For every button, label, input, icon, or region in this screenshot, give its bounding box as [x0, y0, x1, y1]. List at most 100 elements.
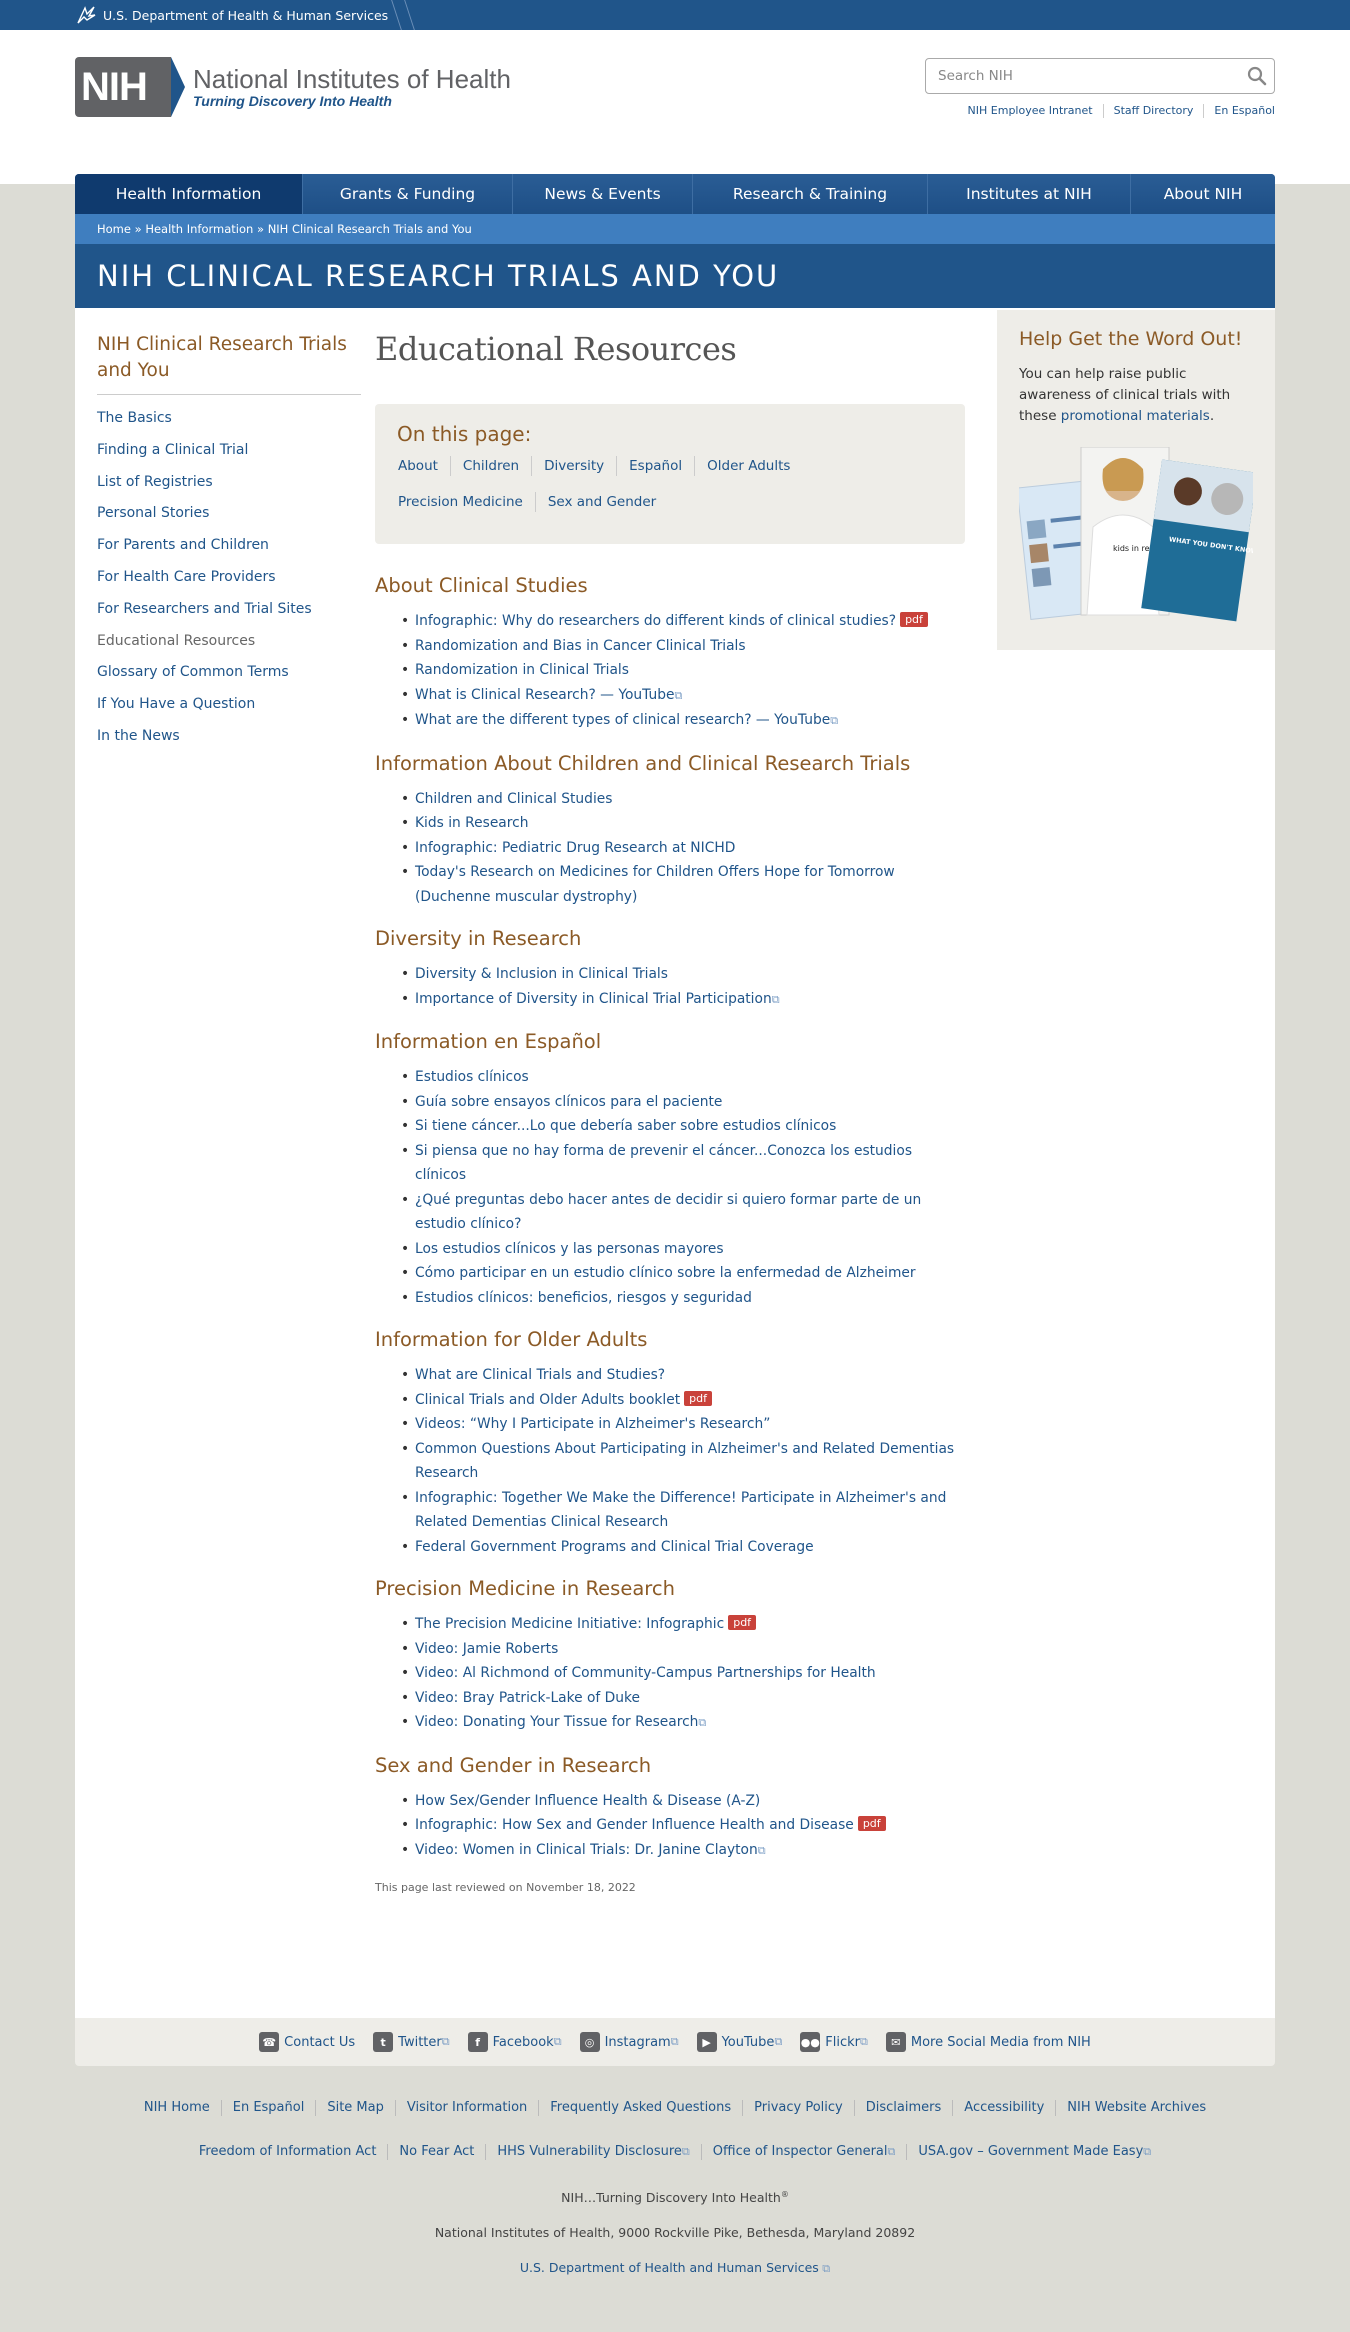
list-item: Importance of Diversity in Clinical Tria… [401, 987, 965, 1013]
resource-link[interactable]: What are Clinical Trials and Studies? [415, 1367, 665, 1383]
list-item: Clinical Trials and Older Adults booklet… [401, 1388, 965, 1413]
social-link-contact-us[interactable]: ☎ Contact Us [259, 2032, 355, 2052]
social-link-facebook[interactable]: f Facebook ⧉ [467, 2032, 562, 2052]
sidebar-item-personal-stories[interactable]: Personal Stories [97, 505, 209, 521]
resource-link[interactable]: Video: Women in Clinical Trials: Dr. Jan… [415, 1842, 766, 1858]
resource-link[interactable]: Si tiene cáncer...Lo que debería saber s… [415, 1118, 836, 1134]
onpage-link-diversity[interactable]: Diversity [531, 456, 616, 476]
footer-link-freedom-of-information-act[interactable]: Freedom of Information Act [188, 2144, 388, 2160]
social-link-flickr[interactable]: ●● Flickr ⧉ [800, 2032, 868, 2052]
social-link-more-social-media-from-nih[interactable]: ✉ More Social Media from NIH [885, 2032, 1091, 2052]
footer-link-accessibility[interactable]: Accessibility [952, 2100, 1055, 2116]
promotional-materials-link[interactable]: promotional materials [1061, 408, 1210, 424]
nav-health-information[interactable]: Health Information [75, 174, 303, 214]
resource-link[interactable]: Video: Donating Your Tissue for Research… [415, 1714, 706, 1730]
footer-link-nih-website-archives[interactable]: NIH Website Archives [1055, 2100, 1217, 2116]
sidebar-item-for-health-care-providers[interactable]: For Health Care Providers [97, 569, 276, 585]
sidebar-item-finding-a-clinical-trial[interactable]: Finding a Clinical Trial [97, 442, 248, 458]
footer-link-privacy-policy[interactable]: Privacy Policy [742, 2100, 854, 2116]
resource-link[interactable]: Infographic: How Sex and Gender Influenc… [415, 1817, 854, 1833]
promo-materials-image[interactable]: kids in research WHAT YOU DON'T KNOW COU… [1016, 446, 1326, 627]
footer-link-disclaimers[interactable]: Disclaimers [853, 2100, 953, 2116]
footer-link-visitor-information[interactable]: Visitor Information [394, 2100, 538, 2116]
resource-link[interactable]: How Sex/Gender Influence Health & Diseas… [415, 1793, 760, 1809]
resource-link[interactable]: What are the different types of clinical… [415, 712, 838, 728]
resource-link[interactable]: Estudios clínicos [415, 1069, 529, 1085]
footer-link-site-map[interactable]: Site Map [315, 2100, 395, 2116]
resource-link[interactable]: Los estudios clínicos y las personas may… [415, 1241, 724, 1257]
resource-link[interactable]: Clinical Trials and Older Adults booklet [415, 1392, 680, 1408]
sidebar-item-glossary-of-common-terms[interactable]: Glossary of Common Terms [97, 664, 289, 680]
resource-link[interactable]: Common Questions About Participating in … [415, 1441, 954, 1482]
breadcrumb-home[interactable]: Home [97, 222, 131, 236]
resource-link[interactable]: Guía sobre ensayos clínicos para el paci… [415, 1094, 722, 1110]
onpage-link-espa-ol[interactable]: Español [616, 456, 694, 476]
onpage-link-older-adults[interactable]: Older Adults [694, 456, 802, 476]
resource-link[interactable]: Infographic: Pediatric Drug Research at … [415, 840, 735, 856]
resource-link[interactable]: Estudios clínicos: beneficios, riesgos y… [415, 1290, 752, 1306]
footer-link-usa-gov-government-made-easy[interactable]: USA.gov – Government Made Easy⧉ [906, 2144, 1162, 2160]
employee-intranet-link[interactable]: NIH Employee Intranet [958, 104, 1103, 118]
resource-link[interactable]: ¿Qué preguntas debo hacer antes de decid… [415, 1192, 921, 1233]
resource-list: The Precision Medicine Initiative: Infog… [375, 1612, 965, 1736]
resource-link[interactable]: The Precision Medicine Initiative: Infog… [415, 1616, 724, 1632]
search-input[interactable] [938, 68, 1240, 84]
resource-link[interactable]: Video: Jamie Roberts [415, 1641, 558, 1657]
resource-link[interactable]: Kids in Research [415, 815, 528, 831]
nih-logo[interactable]: NIH National Institutes of Health Turnin… [75, 57, 511, 117]
nav-about-nih[interactable]: About NIH [1131, 174, 1275, 214]
espanol-link[interactable]: En Español [1203, 104, 1275, 118]
resource-link[interactable]: Randomization and Bias in Cancer Clinica… [415, 638, 746, 654]
resource-link[interactable]: Video: Bray Patrick-Lake of Duke [415, 1690, 640, 1706]
resource-link[interactable]: Infographic: Why do researchers do diffe… [415, 613, 896, 629]
footer-link-nih-home[interactable]: NIH Home [133, 2100, 221, 2116]
nav-grants-funding[interactable]: Grants & Funding [303, 174, 513, 214]
resource-link[interactable]: Infographic: Together We Make the Differ… [415, 1490, 946, 1531]
sidebar-title[interactable]: NIH Clinical Research Trials and You [97, 334, 347, 381]
resource-link[interactable]: What is Clinical Research? — YouTube⧉ [415, 687, 682, 703]
resource-link[interactable]: Diversity & Inclusion in Clinical Trials [415, 966, 668, 982]
footer-link-hhs-vulnerability-disclosure[interactable]: HHS Vulnerability Disclosure⧉ [485, 2144, 700, 2160]
sidebar-item-in-the-news[interactable]: In the News [97, 728, 180, 744]
onpage-link-about[interactable]: About [397, 456, 450, 476]
social-link-twitter[interactable]: t Twitter ⧉ [373, 2032, 450, 2052]
breadcrumb-health-info[interactable]: Health Information [145, 222, 253, 236]
resource-link[interactable]: Children and Clinical Studies [415, 791, 612, 807]
sidebar-item-list-of-registries[interactable]: List of Registries [97, 474, 213, 490]
onpage-link-sex-and-gender[interactable]: Sex and Gender [534, 492, 668, 512]
sidebar-item-for-researchers-and-trial-sites[interactable]: For Researchers and Trial Sites [97, 601, 312, 617]
resource-sections: About Clinical Studies Infographic: Why d… [375, 574, 965, 1863]
nav-institutes[interactable]: Institutes at NIH [928, 174, 1131, 214]
social-link-instagram[interactable]: ◎ Instagram ⧉ [579, 2032, 679, 2052]
external-link-icon: ⧉ [830, 714, 839, 727]
footer-link-no-fear-act[interactable]: No Fear Act [387, 2144, 485, 2160]
staff-directory-link[interactable]: Staff Directory [1102, 104, 1204, 118]
resource-link[interactable]: Importance of Diversity in Clinical Tria… [415, 991, 780, 1007]
social-link-youtube[interactable]: ▶ YouTube ⧉ [696, 2032, 782, 2052]
resource-link[interactable]: Si piensa que no hay forma de prevenir e… [415, 1143, 912, 1184]
onpage-link-children[interactable]: Children [449, 456, 531, 476]
pdf-badge: pdf [684, 1390, 712, 1406]
hhs-link[interactable]: U.S. Department of Health & Human Servic… [75, 0, 410, 30]
sidebar-item-if-you-have-a-question[interactable]: If You Have a Question [97, 696, 255, 712]
onpage-link-precision-medicine[interactable]: Precision Medicine [397, 492, 535, 512]
list-item: Randomization in Clinical Trials [401, 658, 965, 683]
sidebar-item-the-basics[interactable]: The Basics [97, 410, 172, 426]
breadcrumb-current[interactable]: NIH Clinical Research Trials and You [268, 222, 472, 236]
nav-research-training[interactable]: Research & Training [693, 174, 928, 214]
search-button[interactable] [1240, 59, 1274, 93]
nav-news-events[interactable]: News & Events [513, 174, 693, 214]
footer-hhs-link[interactable]: U.S. Department of Health and Human Serv… [520, 2260, 830, 2275]
resource-link[interactable]: Today's Research on Medicines for Childr… [415, 864, 895, 905]
resource-link[interactable]: Cómo participar en un estudio clínico so… [415, 1265, 916, 1281]
resource-link[interactable]: Federal Government Programs and Clinical… [415, 1539, 814, 1555]
pdf-badge: pdf [728, 1615, 757, 1630]
footer-link-office-of-inspector-general[interactable]: Office of Inspector General⧉ [700, 2144, 907, 2160]
resource-link[interactable]: Randomization in Clinical Trials [415, 662, 629, 678]
resource-link[interactable]: Videos: “Why I Participate in Alzheimer'… [415, 1416, 770, 1432]
resource-link[interactable]: Video: Al Richmond of Community-Campus P… [415, 1665, 876, 1681]
footer-link-frequently-asked-questions[interactable]: Frequently Asked Questions [538, 2100, 742, 2116]
footer-link-en-espa-ol[interactable]: En Español [220, 2100, 316, 2116]
sidebar-item-for-parents-and-children[interactable]: For Parents and Children [97, 537, 269, 553]
external-link-icon: ⧉ [698, 1716, 707, 1729]
